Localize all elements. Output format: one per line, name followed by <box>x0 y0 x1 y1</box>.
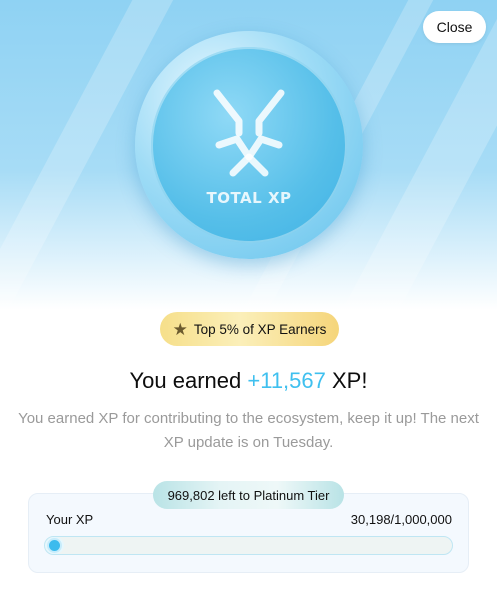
xp-progress-bar <box>44 536 453 555</box>
your-xp-label: Your XP <box>46 512 94 527</box>
tier-remaining-pill: 969,802 left to Platinum Tier <box>153 481 344 509</box>
earned-headline: You earned +11,567 XP! <box>0 368 497 394</box>
description-text: You earned XP for contributing to the ec… <box>18 410 479 451</box>
headline-suffix: XP! <box>325 368 368 393</box>
rank-badge-text: Top 5% of XP Earners <box>193 321 327 337</box>
total-xp-coin: TOTAL XP <box>135 31 363 259</box>
earned-amount: +11,567 <box>247 368 326 393</box>
hero-banner: TOTAL XP <box>0 0 497 310</box>
star-icon: ★ <box>172 319 188 339</box>
total-xp-logo-icon <box>213 89 285 177</box>
coin-label: TOTAL XP <box>206 189 292 207</box>
xp-value: 30,198/1,000,000 <box>350 512 452 527</box>
headline-prefix: You earned <box>129 368 248 393</box>
rank-badge: ★ Top 5% of XP Earners <box>160 312 339 346</box>
coin-face: TOTAL XP <box>151 47 347 243</box>
xp-progress-fill <box>45 537 64 554</box>
close-button[interactable]: Close <box>423 11 486 43</box>
progress-knob <box>49 540 60 551</box>
